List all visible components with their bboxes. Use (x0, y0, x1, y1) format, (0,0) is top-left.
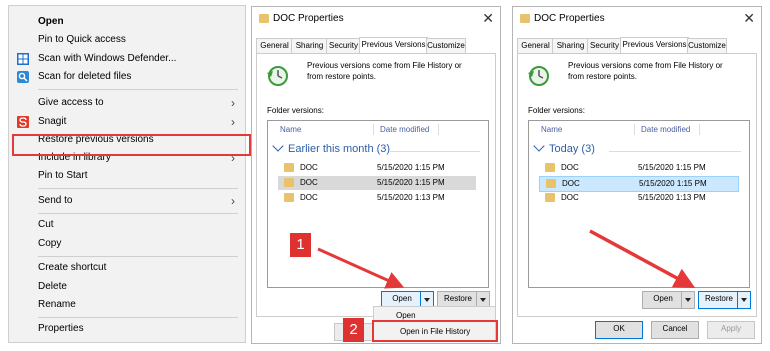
folder-icon (284, 193, 294, 202)
folder-icon (545, 163, 555, 172)
restore-split-button[interactable]: Restore (698, 291, 751, 309)
group-line (609, 151, 741, 152)
group-header[interactable]: Today (3) (533, 140, 595, 155)
menu-separator (38, 89, 238, 90)
folder-icon (546, 179, 556, 188)
menu-item-pin-start[interactable]: Pin to Start (9, 167, 245, 185)
menu-separator (38, 256, 238, 257)
open-in-file-history-highlight (372, 320, 498, 342)
column-header-date[interactable]: Date modified (641, 125, 690, 134)
ok-button[interactable]: OK (595, 321, 643, 339)
properties-dialog-right: DOC Properties ✕ General Sharing Securit… (512, 6, 762, 344)
list-row-selected[interactable]: DOC 5/15/2020 1:15 PM (278, 176, 476, 190)
history-clock-icon (267, 66, 288, 86)
folder-icon (284, 178, 294, 187)
restore-split-button[interactable]: Restore (437, 291, 490, 309)
menu-item-give-access[interactable]: Give access to › (9, 94, 245, 112)
open-split-button[interactable]: Open (642, 291, 695, 309)
folder-icon (259, 14, 269, 23)
dialog-title: DOC Properties (534, 13, 605, 24)
folder-icon (520, 14, 530, 23)
column-header-name[interactable]: Name (541, 125, 562, 134)
cancel-button[interactable]: Cancel (651, 321, 699, 339)
previous-versions-pane: Previous versions come from File History… (256, 53, 496, 317)
group-header[interactable]: Earlier this month (3) (272, 140, 391, 155)
menu-item-create-shortcut[interactable]: Create shortcut (9, 259, 245, 277)
menu-item-send-to[interactable]: Send to › (9, 192, 245, 210)
menu-separator (38, 188, 238, 189)
folder-versions-label: Folder versions: (267, 106, 324, 115)
apply-button[interactable]: Apply (707, 321, 755, 339)
restore-button[interactable]: Restore (698, 291, 740, 309)
properties-dialog-left: DOC Properties ✕ General Sharing Securit… (251, 6, 501, 344)
windows-defender-icon (17, 53, 29, 65)
open-button[interactable]: Open (642, 291, 684, 309)
scan-deleted-files-icon (17, 71, 29, 83)
close-icon[interactable]: ✕ (743, 10, 755, 27)
versions-list: Name Date modified Today (3) DOC 5/15/202… (528, 120, 750, 288)
menu-item-rename[interactable]: Rename (9, 296, 245, 314)
chevron-down-icon (272, 140, 284, 152)
previous-versions-pane: Previous versions come from File History… (517, 53, 757, 317)
folder-versions-label: Folder versions: (528, 106, 585, 115)
menu-item-copy[interactable]: Copy (9, 235, 245, 253)
menu-item-properties[interactable]: Properties (9, 320, 245, 338)
list-row[interactable]: DOC 5/15/2020 1:13 PM (278, 191, 476, 205)
menu-separator (38, 317, 238, 318)
list-row[interactable]: DOC 5/15/2020 1:15 PM (278, 161, 476, 175)
step-2-badge: 2 (343, 318, 364, 342)
close-icon[interactable]: ✕ (482, 10, 494, 27)
list-row-selected[interactable]: DOC 5/15/2020 1:15 PM (539, 176, 739, 192)
chevron-right-icon: › (231, 96, 235, 110)
list-row[interactable]: DOC 5/15/2020 1:13 PM (539, 191, 737, 205)
versions-description: Previous versions come from File History… (307, 61, 462, 81)
context-menu: Open Pin to Quick access Scan with Windo… (8, 5, 251, 343)
menu-separator (38, 213, 238, 214)
history-clock-icon (528, 66, 549, 86)
folder-icon (545, 193, 555, 202)
group-label: Today (3) (549, 143, 595, 155)
dialog-title: DOC Properties (273, 13, 344, 24)
snagit-icon (17, 116, 29, 128)
versions-description: Previous versions come from File History… (568, 61, 723, 81)
open-split-button[interactable]: Open (381, 291, 434, 309)
chevron-right-icon: › (231, 194, 235, 208)
menu-item-pin-quick-access[interactable]: Pin to Quick access (9, 31, 245, 49)
column-divider (634, 124, 635, 135)
restore-dropdown-arrow[interactable] (737, 291, 751, 309)
title-bar: DOC Properties ✕ (513, 7, 761, 31)
restore-previous-versions-highlight (12, 134, 251, 156)
list-row[interactable]: DOC 5/15/2020 1:15 PM (539, 161, 737, 175)
step-1-badge: 1 (290, 233, 311, 257)
group-label: Earlier this month (3) (288, 143, 391, 155)
title-bar: DOC Properties ✕ (252, 7, 500, 31)
chevron-down-icon (533, 140, 545, 152)
folder-icon (284, 163, 294, 172)
column-header-date[interactable]: Date modified (380, 125, 429, 134)
open-dropdown-arrow[interactable] (681, 291, 695, 309)
menu-item-open[interactable]: Open (9, 13, 245, 31)
column-divider (373, 124, 374, 135)
group-line (390, 151, 480, 152)
column-divider (438, 124, 439, 135)
versions-list: Name Date modified Earlier this month (3… (267, 120, 489, 288)
menu-item-snagit[interactable]: Snagit › (9, 113, 245, 131)
menu-item-scan-deleted[interactable]: Scan for deleted files (9, 68, 245, 86)
column-header-name[interactable]: Name (280, 125, 301, 134)
menu-item-cut[interactable]: Cut (9, 216, 245, 234)
column-divider (699, 124, 700, 135)
menu-item-delete[interactable]: Delete (9, 278, 245, 296)
menu-item-scan-defender[interactable]: Scan with Windows Defender... (9, 50, 245, 68)
chevron-right-icon: › (231, 115, 235, 129)
